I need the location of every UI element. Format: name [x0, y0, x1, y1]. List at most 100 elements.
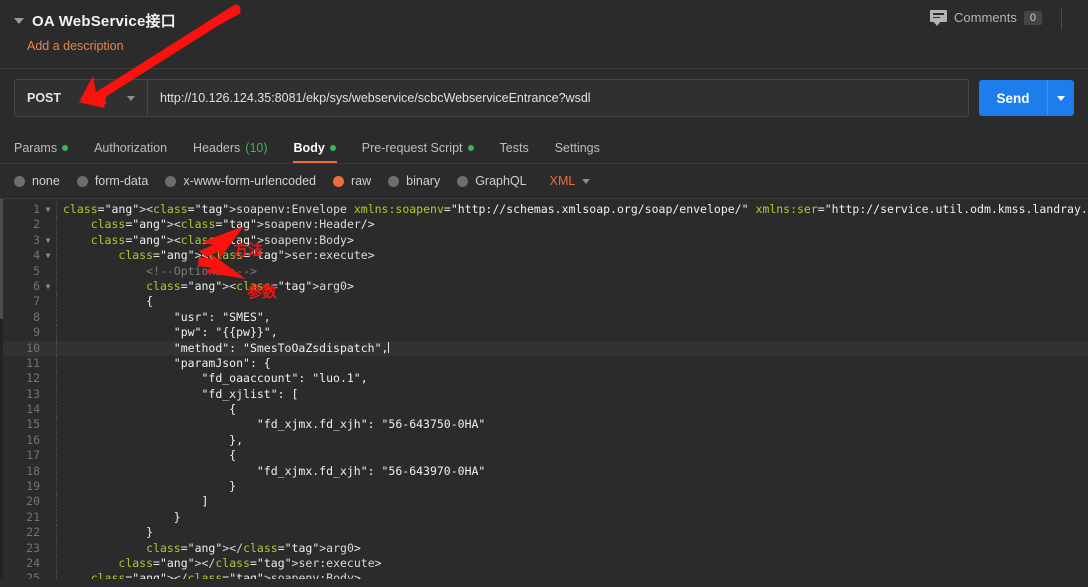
code-line[interactable]: 20 ]: [0, 494, 1088, 511]
code-line[interactable]: 14 {: [0, 402, 1088, 418]
code-line[interactable]: 16 },: [0, 432, 1088, 449]
radio-icon: [457, 175, 469, 187]
tab-authorization[interactable]: Authorization: [94, 141, 167, 163]
line-number: 12: [26, 371, 40, 386]
http-method-select[interactable]: POST: [15, 80, 148, 116]
line-number: 25: [26, 571, 40, 579]
body-type-form-data[interactable]: form-data: [76, 174, 149, 188]
code-line[interactable]: 5 <!--Optional:-->: [0, 263, 1088, 280]
body-type-label: binary: [406, 174, 441, 188]
body-code-editor[interactable]: 1 ▼ class="ang"><class="tag">soapenv:Envel…: [0, 199, 1088, 579]
code-line[interactable]: 1 ▼ class="ang"><class="tag">soapenv:Envel…: [0, 202, 1088, 218]
code-line[interactable]: 10 "method": "SmesToOaZsdispatch",: [0, 340, 1088, 357]
code-line[interactable]: 9 "pw": "{{pw}}",: [0, 325, 1088, 341]
code-text: class="ang"><class="tag">soapenv:Body>: [56, 232, 1088, 249]
code-text: class="ang"><class="tag">soapenv:Envelop…: [56, 202, 1088, 218]
tab-settings[interactable]: Settings: [555, 141, 600, 163]
body-type-x-www-form-urlencoded[interactable]: x-www-form-urlencoded: [165, 174, 316, 188]
line-number: 5: [33, 263, 40, 278]
send-options-button[interactable]: [1047, 80, 1074, 116]
body-type-binary[interactable]: binary: [388, 174, 440, 188]
code-line[interactable]: 23 class="ang"></class="tag">arg0>: [0, 540, 1088, 557]
body-format-select[interactable]: XML: [550, 174, 591, 188]
fold-toggle-icon[interactable]: ▼: [40, 248, 56, 263]
fold-toggle-icon[interactable]: ▼: [40, 202, 56, 217]
body-type-none[interactable]: none: [14, 174, 60, 188]
code-line[interactable]: 22 }: [0, 525, 1088, 541]
code-text: }: [56, 509, 1088, 526]
code-text: "fd_xjmx.fd_xjh": "56-643970-0HA": [56, 463, 1088, 480]
tab-headers[interactable]: Headers (10): [193, 141, 267, 163]
add-description-link[interactable]: Add a description: [27, 39, 1088, 53]
body-type-label: raw: [351, 174, 372, 188]
code-text: class="ang"></class="tag">soapenv:Body>: [56, 571, 1088, 579]
code-line[interactable]: 13 "fd_xjlist": [: [0, 386, 1088, 403]
code-line[interactable]: 7 {: [0, 294, 1088, 311]
tab-status-dot: [62, 145, 69, 151]
code-line[interactable]: 17 {: [0, 448, 1088, 465]
code-line[interactable]: 4 ▼ class="ang"><class="tag">ser:execute>: [0, 248, 1088, 264]
fold-toggle-icon[interactable]: ▼: [40, 279, 56, 294]
code-line[interactable]: 8 "usr": "SMES",: [0, 309, 1088, 326]
tab-body[interactable]: Body: [292, 141, 338, 163]
chevron-down-icon: [1057, 95, 1065, 101]
tab-label: Pre-request Script: [361, 141, 463, 155]
postman-request-pane: OA WebService接口 Add a description Commen…: [0, 0, 1088, 587]
collapse-caret-icon[interactable]: [14, 17, 24, 24]
line-number: 7: [33, 294, 40, 309]
code-line[interactable]: 12 "fd_oaaccount": "luo.1",: [0, 371, 1088, 388]
radio-icon: [165, 175, 177, 187]
editor-scrollbar[interactable]: [0, 199, 3, 579]
code-text: {: [56, 294, 1088, 311]
method-url-group: POST http://10.126.124.35:8081/ekp/sys/w…: [14, 79, 969, 117]
line-number: 8: [33, 309, 40, 324]
code-line[interactable]: 24 class="ang"></class="tag">ser:execute…: [0, 555, 1088, 572]
fold-toggle-icon[interactable]: ▼: [40, 233, 56, 248]
tab-status-dot: [329, 145, 336, 151]
code-line[interactable]: 2 class="ang"><class="tag">soapenv:Heade…: [0, 217, 1088, 234]
tab-tests[interactable]: Tests: [500, 141, 529, 163]
body-type-raw[interactable]: raw: [333, 174, 371, 188]
code-line[interactable]: 6 ▼ class="ang"><class="tag">arg0>: [0, 278, 1088, 295]
comments-count-badge: 0: [1023, 10, 1042, 25]
code-line[interactable]: 21 }: [0, 509, 1088, 526]
code-line[interactable]: 15 "fd_xjmx.fd_xjh": "56-643750-0HA": [0, 417, 1088, 434]
code-text: }: [56, 525, 1088, 541]
code-line[interactable]: 3 ▼ class="ang"><class="tag">soapenv:Body…: [0, 232, 1088, 249]
body-type-row: none form-data x-www-form-urlencoded raw bin…: [0, 164, 1088, 199]
body-type-label: form-data: [94, 174, 149, 188]
comments-button[interactable]: Comments 0: [930, 10, 1042, 26]
code-text: class="ang"><class="tag">soapenv:Header/…: [56, 217, 1088, 234]
tab-params[interactable]: Params: [14, 141, 69, 163]
code-text: },: [56, 432, 1088, 449]
code-text: {: [56, 448, 1088, 465]
tab-label: Params: [14, 141, 58, 155]
radio-icon: [333, 175, 344, 187]
url-input[interactable]: http://10.126.124.35:8081/ekp/sys/webser…: [148, 80, 968, 116]
code-line[interactable]: 25 class="ang"></class="tag">soapenv:Bod…: [0, 571, 1088, 579]
radio-icon: [14, 175, 25, 187]
send-button[interactable]: Send: [979, 80, 1047, 116]
tab-pre-request-script[interactable]: Pre-request Script: [362, 141, 474, 163]
send-group: Send: [979, 80, 1074, 116]
code-line[interactable]: 19 }: [0, 479, 1088, 495]
body-type-graphql[interactable]: GraphQL: [457, 174, 527, 188]
code-line[interactable]: 18 "fd_xjmx.fd_xjh": "56-643970-0HA": [0, 463, 1088, 480]
radio-icon: [76, 175, 88, 187]
tab-label: Authorization: [94, 141, 168, 155]
code-text: "method": "SmesToOaZsdispatch",: [56, 340, 1088, 357]
tab-status-dot: [467, 145, 474, 151]
code-line[interactable]: 11 "paramJson": {: [0, 355, 1088, 372]
chevron-down-icon: [127, 95, 135, 101]
